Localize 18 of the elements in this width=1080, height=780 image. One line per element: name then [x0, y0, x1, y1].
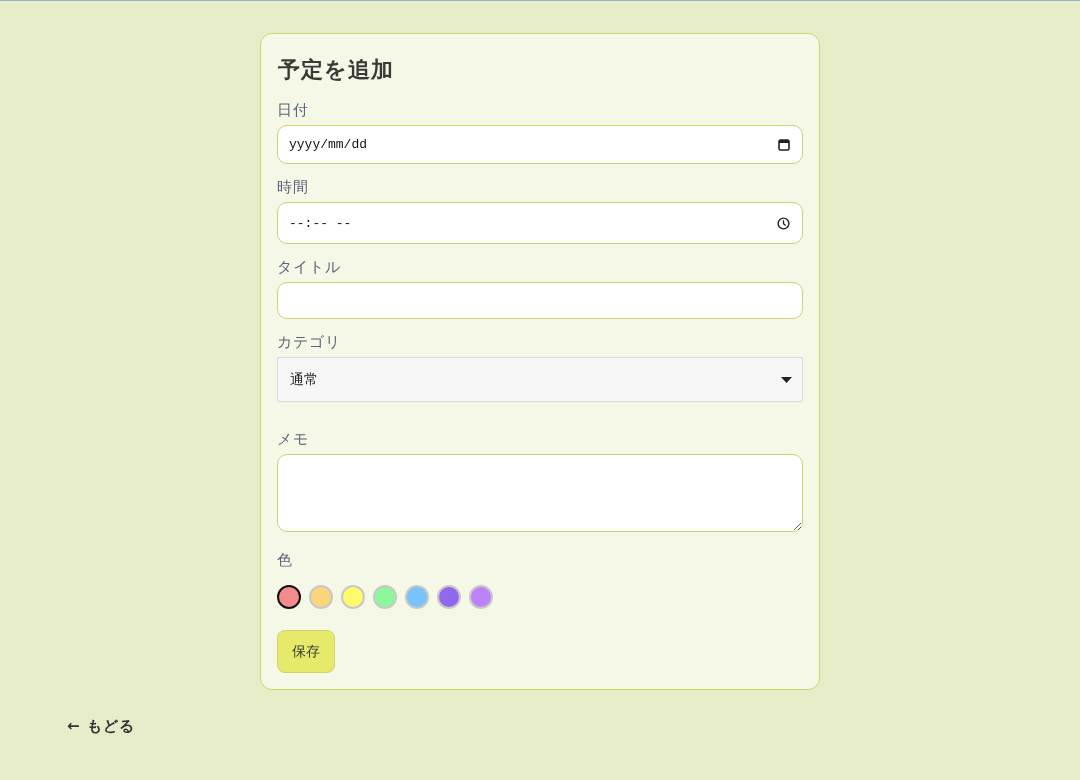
field-label: カテゴリ — [277, 332, 341, 352]
color-swatch-icon[interactable] — [277, 585, 301, 609]
field-label: 色 — [277, 550, 293, 570]
memo-textarea[interactable] — [277, 454, 803, 532]
clock-icon[interactable] — [777, 216, 790, 230]
title-input-field[interactable] — [277, 282, 803, 319]
date-field[interactable]: yyyy/mm/dd — [277, 125, 803, 164]
field-label: 時間 — [277, 177, 309, 197]
caret-icon — [781, 376, 792, 383]
save-button[interactable]: 保存 — [277, 630, 335, 673]
back-link[interactable]: ← もどる — [67, 716, 135, 736]
category-dropdown[interactable]: 通常 — [277, 357, 803, 402]
field-label: 日付 — [277, 100, 309, 120]
time-field[interactable]: --:-- -- — [277, 202, 803, 244]
form-title: 予定を追加 — [278, 56, 394, 84]
field-label: メモ — [277, 429, 309, 449]
calendar-icon[interactable] — [778, 138, 790, 151]
field-label: タイトル — [277, 257, 341, 277]
